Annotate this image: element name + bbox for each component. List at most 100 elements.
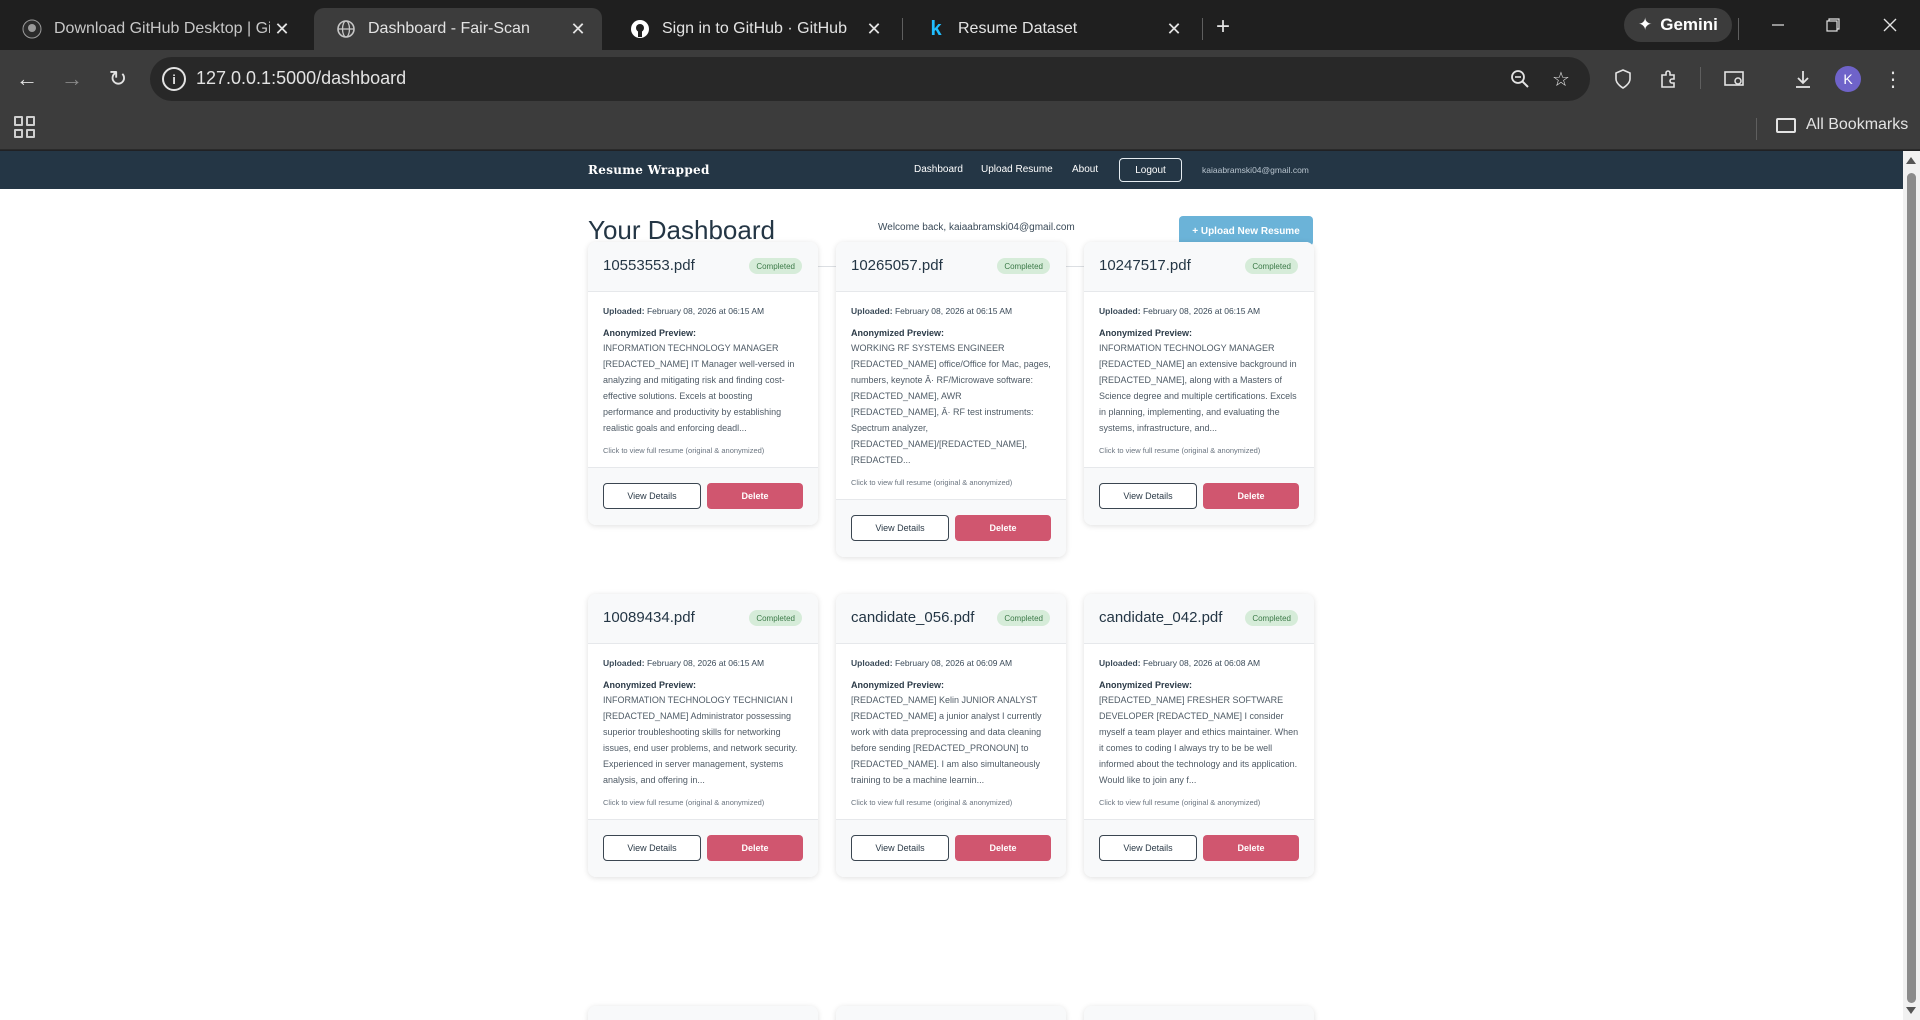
resume-card[interactable]: 10089434.pdf Completed Uploaded: February …	[588, 594, 818, 877]
close-icon[interactable]: ✕	[1162, 17, 1186, 41]
resume-card[interactable]: 10553553.pdf Completed Uploaded: February …	[588, 242, 818, 525]
tab-github-desktop[interactable]: Download GitHub Desktop | GitHub ✕	[0, 8, 306, 50]
view-details-button[interactable]: View Details	[851, 515, 949, 541]
tab-search-icon[interactable]	[1720, 64, 1750, 94]
preview-text[interactable]: WORKING RF SYSTEMS ENGINEER [REDACTED_NA…	[851, 340, 1051, 468]
puzzle-extensions-icon[interactable]	[1653, 64, 1683, 94]
kaggle-icon: k	[930, 17, 942, 40]
preview-text[interactable]: INFORMATION TECHNOLOGY MANAGER [REDACTED…	[1099, 340, 1299, 436]
nav-dashboard[interactable]: Dashboard	[914, 164, 963, 175]
resume-card[interactable]: candidate_056.pdf Completed Uploaded: Febr…	[836, 594, 1066, 877]
download-icon[interactable]	[1788, 64, 1818, 94]
back-button[interactable]: ←	[11, 63, 43, 95]
tab-resume-dataset[interactable]: k Resume Dataset ✕	[904, 8, 1198, 50]
nav-upload-resume[interactable]: Upload Resume	[981, 164, 1053, 175]
apps-grid-icon[interactable]	[14, 116, 36, 138]
status-badge: Completed	[1245, 610, 1298, 626]
card-actions: View Details Delete	[588, 467, 818, 525]
view-details-button[interactable]: View Details	[1099, 483, 1197, 509]
card-header: 10265057.pdf Completed	[836, 242, 1066, 292]
upload-info: Uploaded: February 08, 2026 at 06:08 AM	[1099, 658, 1299, 668]
delete-button[interactable]: Delete	[1203, 835, 1299, 861]
scroll-up-arrow[interactable]	[1906, 157, 1916, 164]
restore-button[interactable]	[1813, 10, 1853, 40]
close-icon[interactable]: ✕	[270, 17, 294, 41]
status-badge: Completed	[749, 610, 802, 626]
preview-text[interactable]: [REDACTED_NAME] FRESHER SOFTWARE DEVELOP…	[1099, 692, 1299, 788]
resume-card[interactable]: 10247517.pdf Completed Uploaded: February …	[1084, 242, 1314, 525]
star-icon[interactable]: ☆	[1546, 64, 1576, 94]
nav-about[interactable]: About	[1072, 164, 1098, 175]
view-details-button[interactable]: View Details	[603, 483, 701, 509]
delete-button[interactable]: Delete	[955, 835, 1051, 861]
card-header: candidate_042.pdf Completed	[1084, 594, 1314, 644]
page-viewport: Resume Wrapped Dashboard Upload Resume A…	[0, 151, 1903, 1020]
delete-button[interactable]: Delete	[1203, 483, 1299, 509]
tab-title: Resume Dataset	[958, 20, 1078, 37]
upload-info: Uploaded: February 08, 2026 at 06:15 AM	[1099, 306, 1299, 316]
file-name[interactable]: candidate_042.pdf	[1099, 609, 1222, 626]
delete-button[interactable]: Delete	[707, 483, 803, 509]
minimize-button[interactable]	[1758, 10, 1798, 40]
close-icon[interactable]: ✕	[566, 17, 590, 41]
info-icon[interactable]: i	[162, 67, 186, 91]
file-name[interactable]: candidate_056.pdf	[851, 609, 974, 626]
scrollbar-thumb[interactable]	[1907, 173, 1916, 1003]
resume-card-partial[interactable]	[836, 1006, 1066, 1020]
card-header: 10553553.pdf Completed	[588, 242, 818, 292]
preview-text[interactable]: [REDACTED_NAME] Kelin JUNIOR ANALYST [RE…	[851, 692, 1051, 788]
page-scrollbar[interactable]	[1903, 151, 1920, 1020]
scroll-down-arrow[interactable]	[1906, 1007, 1916, 1014]
card-header	[836, 1006, 1066, 1020]
click-hint: Click to view full resume (original & an…	[603, 798, 765, 807]
upload-info: Uploaded: February 08, 2026 at 06:09 AM	[851, 658, 1051, 668]
url-text[interactable]: 127.0.0.1:5000/dashboard	[196, 68, 406, 89]
profile-avatar[interactable]: K	[1835, 66, 1861, 92]
delete-button[interactable]: Delete	[955, 515, 1051, 541]
card-header: candidate_056.pdf Completed	[836, 594, 1066, 644]
close-window-button[interactable]	[1870, 10, 1910, 40]
resume-card-partial[interactable]	[588, 1006, 818, 1020]
reload-button[interactable]: ↻	[102, 63, 134, 95]
browser-toolbar: ← → ↻ i 127.0.0.1:5000/dashboard ☆ K ⋮	[0, 50, 1920, 108]
file-name[interactable]: 10247517.pdf	[1099, 257, 1191, 274]
tab-dashboard[interactable]: Dashboard - Fair-Scan ✕	[314, 8, 602, 50]
preview-label: Anonymized Preview:	[851, 680, 945, 690]
tab-separator	[1202, 18, 1203, 40]
resume-card-partial[interactable]	[1084, 1006, 1314, 1020]
view-details-button[interactable]: View Details	[603, 835, 701, 861]
delete-button[interactable]: Delete	[707, 835, 803, 861]
all-bookmarks-button[interactable]: All Bookmarks	[1776, 116, 1908, 134]
tab-strip: Download GitHub Desktop | GitHub ✕ Dashb…	[0, 0, 1920, 50]
card-actions: View Details Delete	[1084, 819, 1314, 877]
logout-button[interactable]: Logout	[1119, 158, 1182, 182]
user-email: kaiaabramski04@gmail.com	[1202, 165, 1309, 175]
card-header: 10247517.pdf Completed	[1084, 242, 1314, 292]
zoom-icon[interactable]	[1505, 64, 1535, 94]
uploaded-label: Uploaded:	[603, 658, 645, 668]
file-name[interactable]: 10553553.pdf	[603, 257, 695, 274]
new-tab-button[interactable]: +	[1208, 12, 1238, 42]
resume-card[interactable]: candidate_042.pdf Completed Uploaded: Febr…	[1084, 594, 1314, 877]
tab-github-signin[interactable]: Sign in to GitHub · GitHub ✕	[608, 8, 898, 50]
gemini-button[interactable]: ✦ Gemini	[1624, 8, 1732, 42]
preview-label: Anonymized Preview:	[1099, 328, 1193, 338]
view-details-button[interactable]: View Details	[851, 835, 949, 861]
uploaded-label: Uploaded:	[851, 658, 893, 668]
address-bar[interactable]: i 127.0.0.1:5000/dashboard ☆	[150, 57, 1590, 101]
upload-info: Uploaded: February 08, 2026 at 06:15 AM	[603, 658, 803, 668]
menu-kebab-icon[interactable]: ⋮	[1878, 64, 1908, 94]
forward-button[interactable]: →	[56, 63, 88, 95]
shield-extension-icon[interactable]	[1608, 64, 1638, 94]
toolbar-separator	[1700, 67, 1701, 89]
close-icon[interactable]: ✕	[862, 17, 886, 41]
file-name[interactable]: 10265057.pdf	[851, 257, 943, 274]
brand-logo[interactable]: Resume Wrapped	[588, 163, 710, 177]
preview-text[interactable]: INFORMATION TECHNOLOGY TECHNICIAN I [RED…	[603, 692, 803, 788]
preview-text[interactable]: INFORMATION TECHNOLOGY MANAGER [REDACTED…	[603, 340, 803, 436]
resume-card[interactable]: 10265057.pdf Completed Uploaded: February …	[836, 242, 1066, 557]
file-name[interactable]: 10089434.pdf	[603, 609, 695, 626]
preview-label: Anonymized Preview:	[851, 328, 945, 338]
view-details-button[interactable]: View Details	[1099, 835, 1197, 861]
bookmarks-separator	[1756, 118, 1757, 140]
